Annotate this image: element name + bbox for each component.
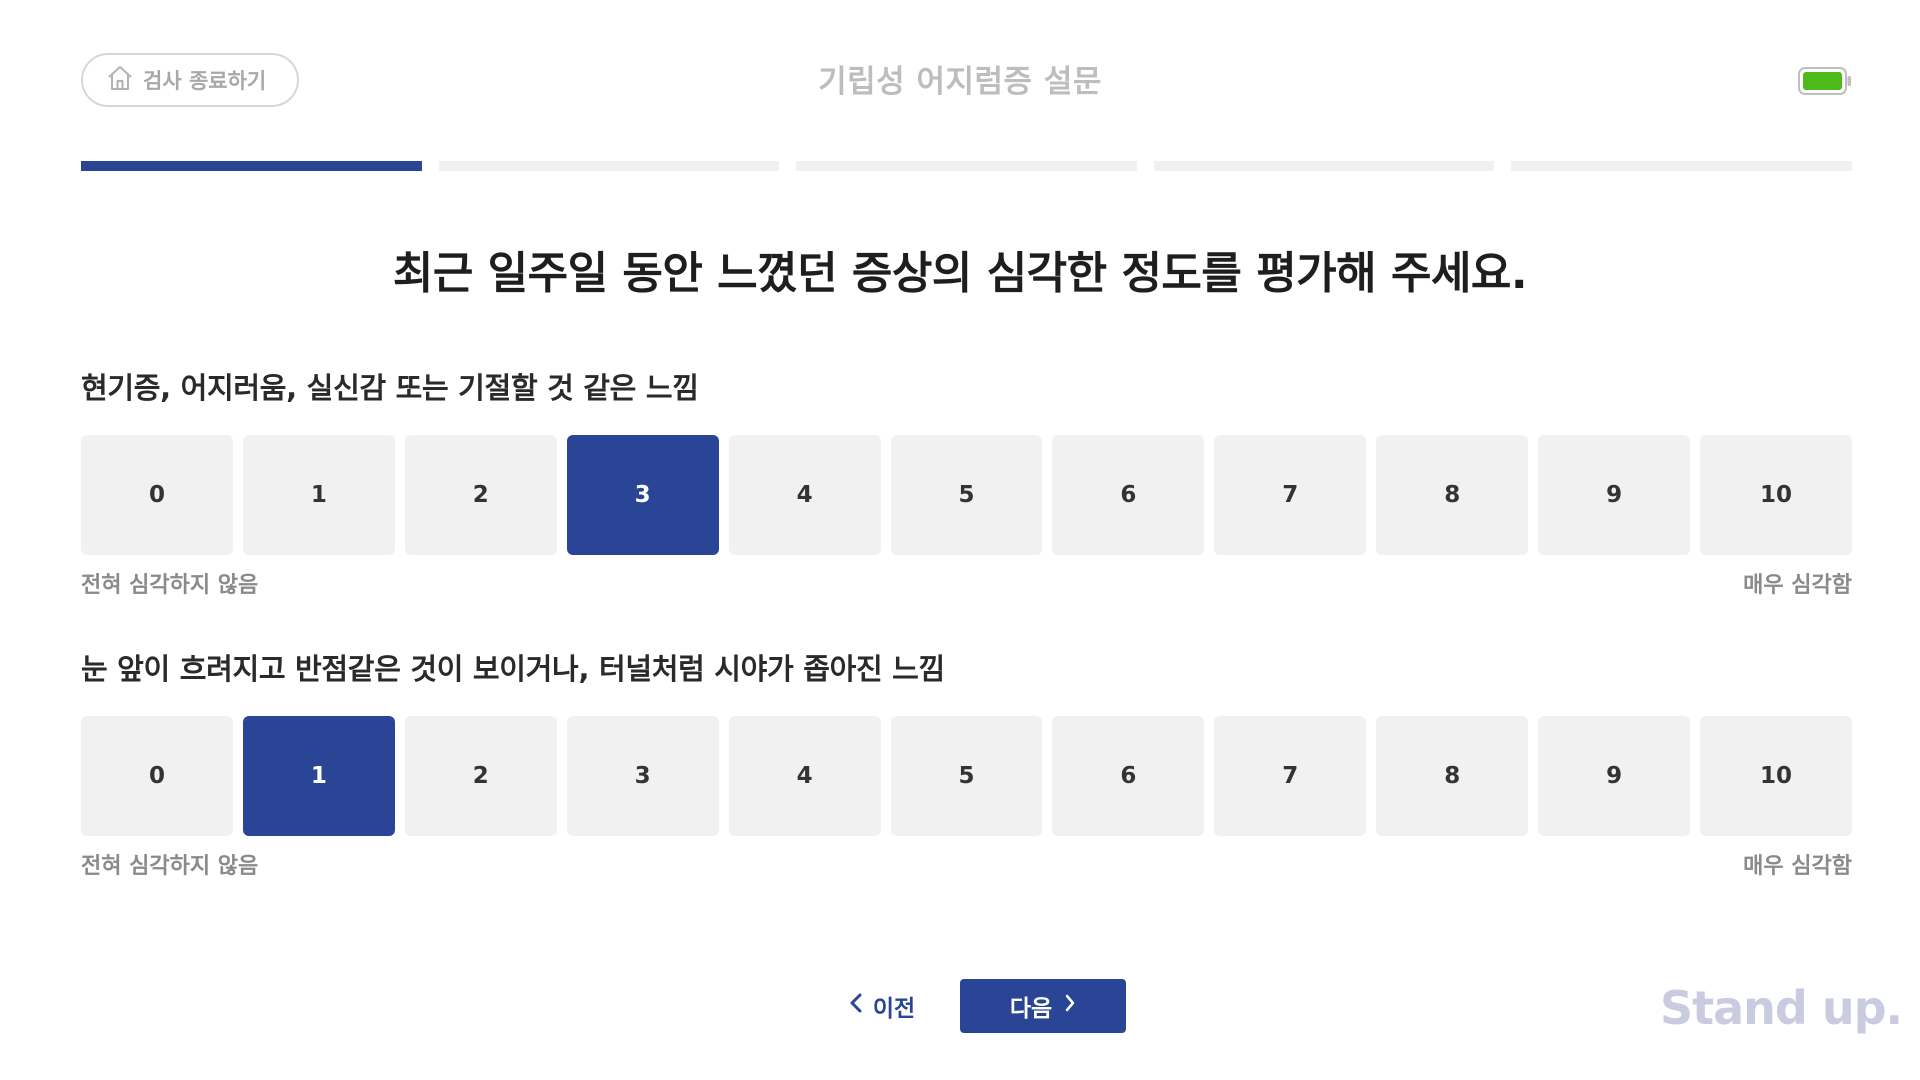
scale-option-10[interactable]: 10 (1700, 435, 1852, 555)
scale-option-4[interactable]: 4 (728, 435, 881, 555)
prev-button[interactable]: 이전 (832, 984, 932, 1028)
scale-option-3[interactable]: 3 (566, 435, 719, 555)
scale-option-3[interactable]: 3 (566, 716, 719, 836)
scale-option-10[interactable]: 10 (1700, 716, 1852, 836)
question-dizziness: 현기증, 어지러움, 실신감 또는 기절할 것 같은 느낌 0123456789… (81, 368, 1852, 599)
severity-scale: 0 1 2 3 4 5 6 7 8 9 10 (81, 435, 1852, 555)
scale-min-label: 전혀 심각하지 않음 (81, 573, 259, 598)
next-button[interactable]: 다음 (960, 979, 1126, 1033)
scale-endpoints: 전혀 심각하지 않음 매우 심각함 (81, 567, 1852, 599)
next-button-label: 다음 (1009, 996, 1053, 1022)
scale-option-2[interactable]: 2 (404, 716, 557, 836)
progress-segment (796, 161, 1137, 171)
scale-endpoints: 전혀 심각하지 않음 매우 심각함 (81, 848, 1852, 880)
scale-option-5[interactable]: 5 (890, 435, 1043, 555)
scale-option-1[interactable]: 1 (242, 435, 395, 555)
brand-logo: Stand up. (1660, 981, 1903, 1035)
battery-icon (1798, 67, 1852, 95)
scale-option-2[interactable]: 2 (404, 435, 557, 555)
chevron-right-icon (1064, 993, 1076, 1019)
chevron-left-icon (849, 992, 863, 1020)
scale-max-label: 매우 심각함 (1743, 854, 1852, 879)
scale-min-label: 전혀 심각하지 않음 (81, 854, 259, 879)
scale-option-6[interactable]: 6 (1052, 716, 1205, 836)
scale-max-label: 매우 심각함 (1743, 573, 1852, 598)
prev-button-label: 이전 (872, 996, 916, 1022)
scale-option-5[interactable]: 5 (890, 716, 1043, 836)
question-label: 현기증, 어지러움, 실신감 또는 기절할 것 같은 느낌 (81, 371, 699, 405)
progress-segment (1153, 161, 1495, 171)
progress-segment (438, 161, 780, 171)
scale-option-4[interactable]: 4 (728, 716, 881, 836)
scale-option-0[interactable]: 0 (81, 435, 233, 555)
progress-bar (81, 161, 1852, 171)
scale-option-1[interactable]: 1 (242, 716, 395, 836)
scale-option-9[interactable]: 9 (1538, 435, 1691, 555)
scale-option-7[interactable]: 7 (1214, 435, 1367, 555)
scale-option-7[interactable]: 7 (1214, 716, 1367, 836)
progress-segment (81, 161, 422, 171)
instruction-heading: 최근 일주일 동안 느꼈던 증상의 심각한 정도를 평가해 주세요. (392, 248, 1528, 299)
scale-option-8[interactable]: 8 (1376, 716, 1529, 836)
scale-option-6[interactable]: 6 (1052, 435, 1205, 555)
question-label: 눈 앞이 흐려지고 반점같은 것이 보이거나, 터널처럼 시야가 좁아진 느낌 (81, 652, 945, 686)
scale-option-9[interactable]: 9 (1538, 716, 1691, 836)
severity-scale: 0 1 2 3 4 5 6 7 8 9 10 (81, 716, 1852, 836)
question-vision: 눈 앞이 흐려지고 반점같은 것이 보이거나, 터널처럼 시야가 좁아진 느낌 … (81, 649, 1852, 880)
scale-option-8[interactable]: 8 (1376, 435, 1529, 555)
page-title: 기립성 어지럼증 설문 (818, 64, 1102, 100)
progress-segment (1511, 161, 1852, 171)
scale-option-0[interactable]: 0 (81, 716, 233, 836)
